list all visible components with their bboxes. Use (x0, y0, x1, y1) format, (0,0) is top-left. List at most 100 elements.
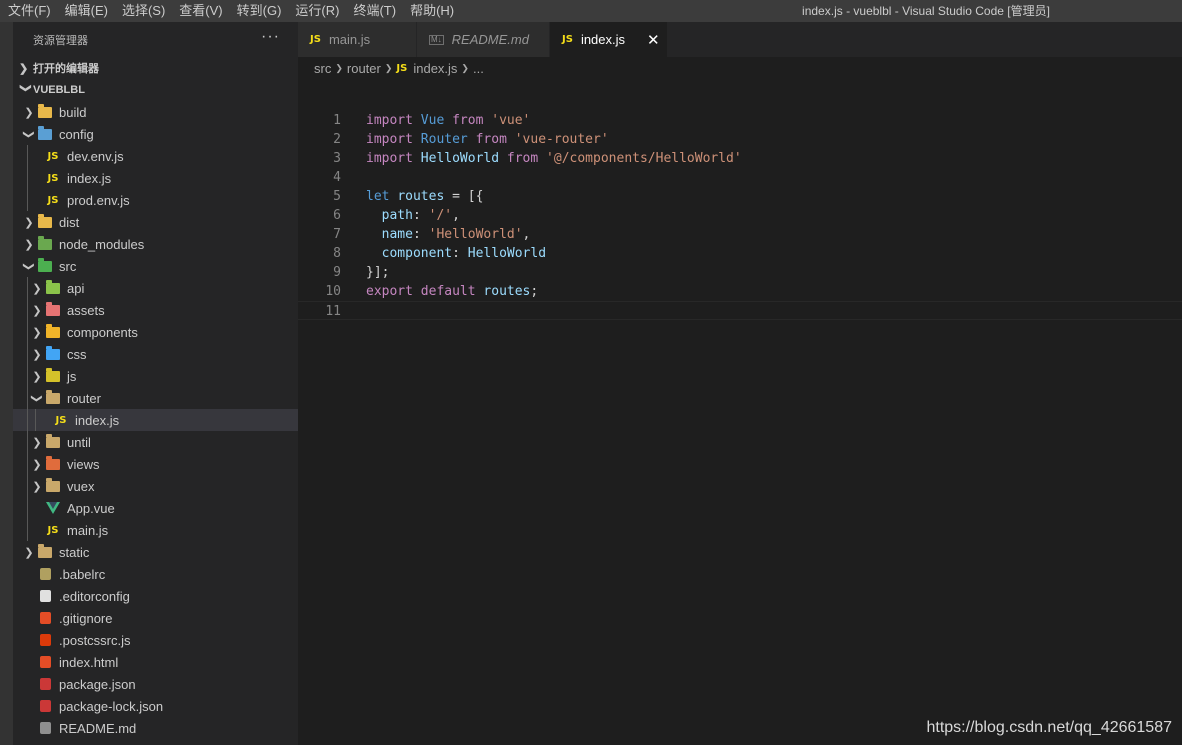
tree-item[interactable]: JS index.js (13, 167, 298, 189)
tree-item[interactable]: JS index.js (13, 409, 298, 431)
breadcrumb-item[interactable]: ... (473, 61, 484, 76)
tree-item-label: static (59, 544, 90, 560)
npm-file-icon (37, 676, 53, 692)
activity-bar (0, 22, 13, 745)
folder-shape (46, 279, 60, 294)
tree-item[interactable]: ❯ build (13, 101, 298, 123)
folder-shape (46, 477, 60, 492)
views-folder-icon (45, 455, 61, 472)
tree-item[interactable]: package-lock.json (13, 695, 298, 717)
js-file-icon: JS (310, 34, 321, 45)
open-editors-section[interactable]: ❯ 打开的编辑器 (13, 57, 298, 79)
tab-main-js[interactable]: JS main.js (298, 22, 417, 57)
indent-guide (27, 475, 28, 497)
tree-item[interactable]: .babelrc (13, 563, 298, 585)
tree-item[interactable]: ❯ components (13, 321, 298, 343)
tree-item[interactable]: .editorconfig (13, 585, 298, 607)
tree-item[interactable]: ❯ api (13, 277, 298, 299)
breadcrumb-item[interactable]: router (347, 61, 381, 76)
tree-item[interactable]: ❯ router (13, 387, 298, 409)
code-line: 8 component: HelloWorld (298, 244, 1182, 263)
tree-item[interactable]: JS prod.env.js (13, 189, 298, 211)
tab-label: index.js (580, 32, 626, 47)
tree-item[interactable]: App.vue (13, 497, 298, 519)
tree-item[interactable]: index.html (13, 651, 298, 673)
tree-item[interactable]: ❯ views (13, 453, 298, 475)
tree-item[interactable]: ❯ css (13, 343, 298, 365)
close-icon[interactable]: ✕ (647, 31, 660, 49)
tree-item-label: prod.env.js (67, 192, 130, 208)
js-file-icon: JS (45, 170, 61, 186)
file-shape (39, 568, 51, 580)
js-file-icon: JS (396, 62, 408, 74)
breadcrumb: src ❯ router ❯ JS index.js ❯... (298, 57, 1182, 79)
tree-item[interactable]: JS dev.env.js (13, 145, 298, 167)
tree-item[interactable]: JS main.js (13, 519, 298, 541)
vuex-folder-icon (45, 477, 61, 494)
tree-item[interactable]: .gitignore (13, 607, 298, 629)
js-file-icon: JS (53, 412, 69, 428)
indent-guide (27, 519, 28, 541)
tree-item[interactable]: ❯ src (13, 255, 298, 277)
build-folder-icon (37, 103, 53, 120)
folder-shape (46, 301, 60, 316)
tree-item[interactable]: ❯ vuex (13, 475, 298, 497)
window-title: index.js - vueblbl - Visual Studio Code … (802, 4, 1050, 18)
code-editor[interactable]: 1 import Vue from 'vue' 2 import Router fro… (298, 111, 1182, 745)
router-folder-open-icon (45, 389, 61, 406)
code-text: component: HelloWorld (366, 244, 546, 263)
tree-item-label: App.vue (67, 500, 115, 516)
code-token: default (420, 284, 476, 299)
folder-shape (46, 389, 60, 404)
code-token: : (412, 208, 429, 223)
tree-item[interactable]: ❯ assets (13, 299, 298, 321)
tree-item[interactable]: ❯ static (13, 541, 298, 563)
tree-item[interactable]: ❯ until (13, 431, 298, 453)
line-number: 1 (333, 113, 341, 128)
js-file-icon: JS (45, 192, 61, 208)
js-file-icon: JS (45, 522, 61, 538)
tree-item[interactable]: package.json (13, 673, 298, 695)
tree-item-label: config (59, 126, 94, 142)
file-shape (39, 722, 51, 734)
chevron-down-icon: ❯ (22, 261, 35, 271)
tree-item-label: main.js (67, 522, 109, 538)
code-token: Vue (420, 113, 445, 128)
project-section[interactable]: ❯ VUEBLBL (13, 79, 298, 101)
tree-item[interactable]: .postcssrc.js (13, 629, 298, 651)
line-number: 2 (333, 132, 341, 147)
editorconfig-file-icon (37, 588, 53, 604)
code-token: , (452, 208, 460, 223)
tree-item-label: README.md (59, 720, 137, 736)
tab-index-js[interactable]: JS index.js ✕ (550, 22, 668, 57)
tab-label: main.js (328, 32, 371, 47)
code-token: from (506, 151, 539, 166)
code-token: Router (420, 132, 468, 147)
line-number: 5 (333, 189, 341, 204)
tab-label: README.md (451, 32, 529, 47)
tree-item-label: node_modules (59, 236, 145, 252)
tree-item-label: .editorconfig (59, 588, 130, 604)
file-shape (39, 678, 51, 690)
more-actions-icon[interactable]: ··· (261, 28, 280, 44)
breadcrumb-item[interactable]: index.js (413, 61, 457, 76)
code-token: = [{ (444, 189, 484, 204)
tree-item[interactable]: ❯ dist (13, 211, 298, 233)
tree-item[interactable]: README.md (13, 717, 298, 739)
tree-item[interactable]: ❯ config (13, 123, 298, 145)
tab-readme-md[interactable]: M↓ README.md (417, 22, 550, 57)
js-file-icon: JS (562, 34, 573, 45)
breadcrumb-item[interactable]: src (314, 61, 331, 76)
code-line: 5 let routes = [{ (298, 187, 1182, 206)
code-line: 11 (298, 301, 1182, 320)
folder-shape (38, 543, 52, 558)
tree-item[interactable]: ❯ node_modules (13, 233, 298, 255)
api-folder-icon (45, 279, 61, 296)
chevron-down-icon: ❯ (22, 129, 35, 139)
code-text: import HelloWorld from '@/components/Hel… (366, 149, 742, 168)
indent-guide (35, 409, 36, 431)
tree-item[interactable]: ❯ js (13, 365, 298, 387)
indent-guide (27, 387, 28, 409)
